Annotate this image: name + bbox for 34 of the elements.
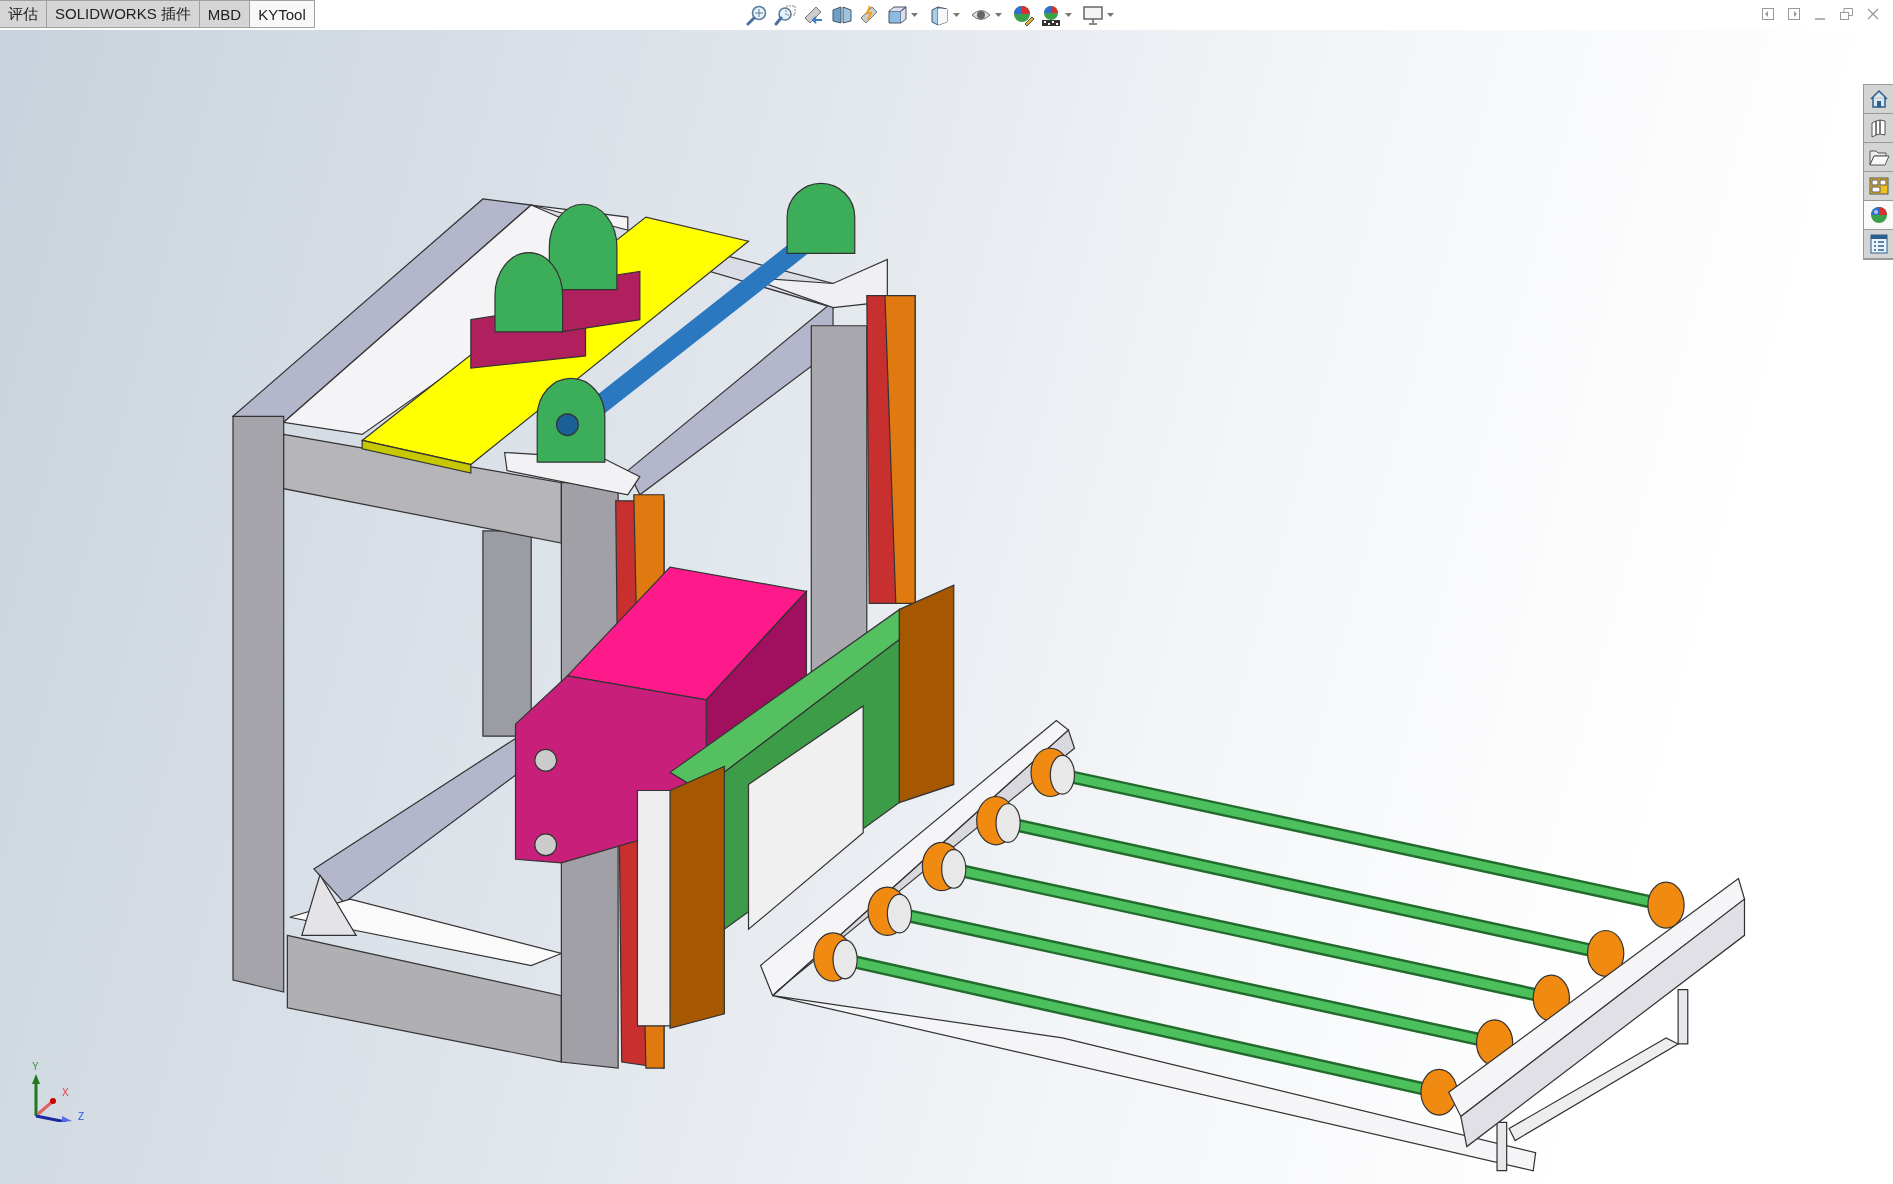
properties-list-icon — [1867, 233, 1890, 255]
panel-left-icon[interactable] — [1762, 8, 1774, 20]
caret-icon[interactable] — [994, 12, 1002, 18]
section-view-icon[interactable] — [829, 4, 852, 26]
caret-icon[interactable] — [910, 12, 918, 18]
zoom-to-fit-icon[interactable] — [745, 4, 768, 26]
panel-right-icon[interactable] — [1788, 8, 1800, 20]
ribbon-tab[interactable]: 评估 — [0, 0, 47, 28]
x-axis-arrow — [37, 1098, 56, 1116]
caret-icon[interactable] — [1106, 12, 1114, 18]
edit-appearance-icon[interactable] — [1011, 4, 1034, 26]
properties-list-tab[interactable] — [1864, 230, 1893, 259]
zoom-area-icon[interactable] — [773, 4, 796, 26]
monitor-icon[interactable] — [1081, 4, 1104, 26]
caret-icon[interactable] — [952, 12, 960, 18]
restore-icon[interactable] — [1840, 8, 1853, 20]
appearances-tab[interactable] — [1864, 201, 1893, 230]
ribbon-tab[interactable]: MBD — [199, 0, 251, 28]
y-axis-label: Y — [32, 1061, 39, 1072]
z-axis-label: Z — [78, 1111, 85, 1122]
ribbon-tab[interactable]: KYTool — [250, 0, 315, 28]
view-palette-icon — [1867, 175, 1890, 197]
x-axis-label: X — [62, 1087, 69, 1098]
view-orientation-icon[interactable] — [885, 4, 908, 26]
ribbon-tab[interactable]: SOLIDWORKS 插件 — [47, 0, 200, 28]
close-icon[interactable] — [1867, 8, 1879, 20]
books-tab[interactable] — [1864, 114, 1893, 143]
folder-tab[interactable] — [1864, 143, 1893, 172]
scene-icon[interactable] — [1039, 4, 1062, 26]
view-palette-tab[interactable] — [1864, 172, 1893, 201]
caret-icon[interactable] — [1064, 12, 1072, 18]
z-axis-arrow — [35, 1114, 72, 1122]
home-tab[interactable] — [1864, 85, 1893, 114]
y-axis-arrow — [32, 1074, 40, 1116]
